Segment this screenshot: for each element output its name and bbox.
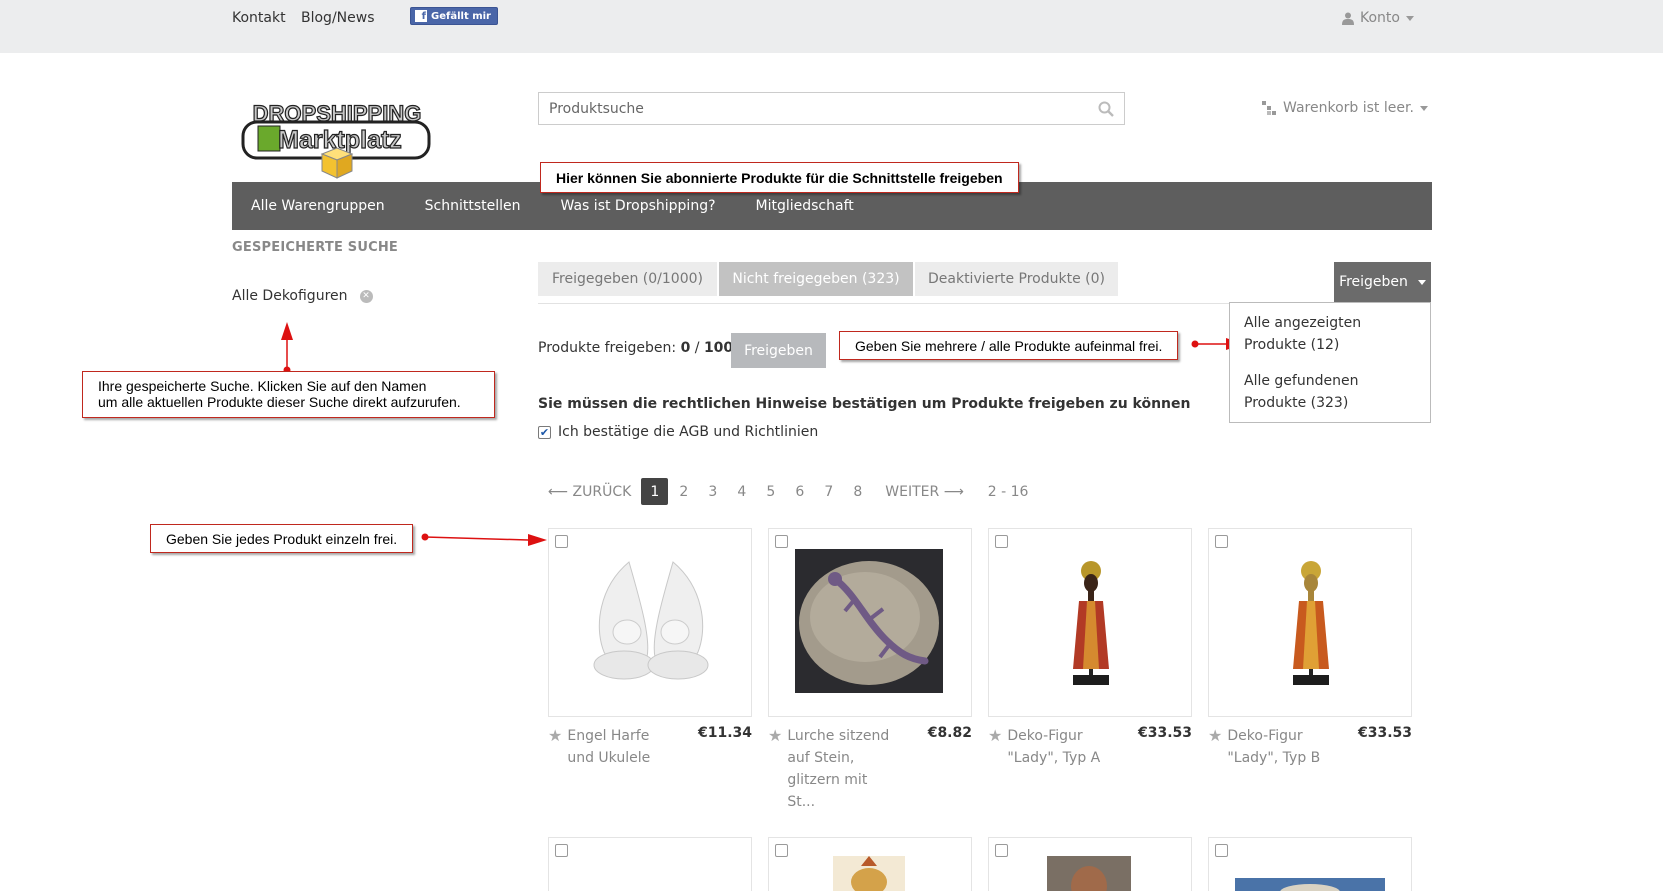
page-link[interactable]: 4 [728, 478, 755, 505]
star-icon[interactable]: ★ [768, 725, 782, 813]
product-name[interactable]: Deko-Figur "Lady", Typ B [1227, 725, 1336, 769]
callout-single-release: Geben Sie jedes Produkt einzeln frei. [150, 524, 414, 553]
agb-label[interactable]: Ich bestätige die AGB und Richtlinien [558, 424, 818, 440]
product-card[interactable] [768, 837, 972, 891]
product-card[interactable] [548, 837, 752, 891]
release-button[interactable]: Freigeben [731, 333, 826, 368]
star-icon[interactable]: ★ [1208, 725, 1222, 769]
figure-image [1235, 878, 1385, 891]
lizard-on-stone-image [795, 549, 943, 693]
callout-saved-search: Ihre gespeicherte Suche. Klicken Sie auf… [82, 371, 495, 418]
product-price: €8.82 [927, 725, 972, 741]
callout-saved-search-line2: um alle aktuellen Produkte dieser Suche … [98, 394, 461, 410]
figure-image [1047, 856, 1131, 891]
product-price: €11.34 [697, 725, 752, 741]
pagination: ⟵ ZURÜCK 1 2 3 4 5 6 7 8 WEITER ⟶ 2 - 16 [548, 478, 1028, 505]
product-checkbox[interactable] [775, 844, 788, 857]
release-dropdown-button[interactable]: Freigeben [1334, 262, 1431, 302]
product-info: ★ Deko-Figur "Lady", Typ B €33.53 [1208, 725, 1412, 769]
page-link[interactable]: 5 [757, 478, 784, 505]
tab-nicht-freigegeben[interactable]: Nicht freigegeben (323) [719, 262, 913, 296]
lady-figure-image [1293, 561, 1329, 685]
release-counter: Produkte freigeben: 0 / 1000 [538, 340, 743, 356]
product-checkbox[interactable] [995, 535, 1008, 548]
product-checkbox[interactable] [775, 535, 788, 548]
product-price: €33.53 [1357, 725, 1412, 741]
product-info: ★ Engel Harfe und Ukulele €11.34 [548, 725, 752, 769]
product-checkbox[interactable] [995, 844, 1008, 857]
page-link[interactable]: 6 [786, 478, 813, 505]
pagination-prev[interactable]: ⟵ ZURÜCK [548, 478, 631, 505]
release-separator: / [694, 340, 700, 356]
page-link[interactable]: 3 [699, 478, 726, 505]
product-price: €33.53 [1137, 725, 1192, 741]
product-checkbox[interactable] [555, 844, 568, 857]
callout-saved-search-line1: Ihre gespeicherte Suche. Klicken Sie auf… [98, 378, 427, 394]
product-card[interactable] [548, 528, 752, 717]
product-name[interactable]: Engel Harfe und Ukulele [567, 725, 676, 769]
star-icon[interactable]: ★ [548, 725, 562, 769]
dropdown-item-found[interactable]: Alle gefundenen Produkte (323) [1244, 370, 1416, 414]
product-card[interactable] [1208, 528, 1412, 717]
product-checkbox[interactable] [555, 535, 568, 548]
product-info: ★ Deko-Figur "Lady", Typ A €33.53 [988, 725, 1192, 769]
product-card[interactable] [988, 528, 1192, 717]
release-label: Produkte freigeben: [538, 340, 677, 356]
product-card[interactable] [988, 837, 1192, 891]
page-link[interactable]: 7 [815, 478, 842, 505]
pagination-range: 2 - 16 [987, 483, 1029, 500]
callout-bulk-release: Geben Sie mehrere / alle Produkte aufein… [839, 331, 1179, 360]
gnome-figure-image [833, 856, 905, 891]
product-card[interactable] [768, 528, 972, 717]
star-icon[interactable]: ★ [988, 725, 1002, 769]
tab-deaktiviert[interactable]: Deaktivierte Produkte (0) [915, 262, 1118, 296]
lady-figure-image [1073, 561, 1109, 685]
product-name[interactable]: Lurche sitzend auf Stein, glitzern mit S… [787, 725, 896, 813]
caret-down-icon [1417, 279, 1426, 285]
pagination-next[interactable]: WEITER ⟶ [885, 478, 963, 505]
product-name[interactable]: Deko-Figur "Lady", Typ A [1007, 725, 1116, 769]
page-link[interactable]: 8 [844, 478, 871, 505]
product-checkbox[interactable] [1215, 844, 1228, 857]
release-dropdown-label: Freigeben [1339, 274, 1408, 290]
page-link[interactable]: 1 [641, 478, 669, 505]
legal-notice: Sie müssen die rechtlichen Hinweise best… [538, 396, 1191, 412]
product-card[interactable] [1208, 837, 1412, 891]
release-dropdown-menu: Alle angezeigten Produkte (12) Alle gefu… [1229, 302, 1431, 423]
page-link[interactable]: 2 [670, 478, 697, 505]
agb-checkbox[interactable]: ✔ [538, 425, 551, 439]
angel-figurines-image [593, 561, 709, 680]
tab-freigegeben[interactable]: Freigegeben (0/1000) [538, 262, 717, 296]
product-info: ★ Lurche sitzend auf Stein, glitzern mit… [768, 725, 972, 813]
agb-confirm[interactable]: ✔ Ich bestätige die AGB und Richtlinien [538, 424, 818, 440]
dropdown-item-shown[interactable]: Alle angezeigten Produkte (12) [1244, 312, 1416, 356]
release-count: 0 [680, 340, 691, 356]
product-checkbox[interactable] [1215, 535, 1228, 548]
